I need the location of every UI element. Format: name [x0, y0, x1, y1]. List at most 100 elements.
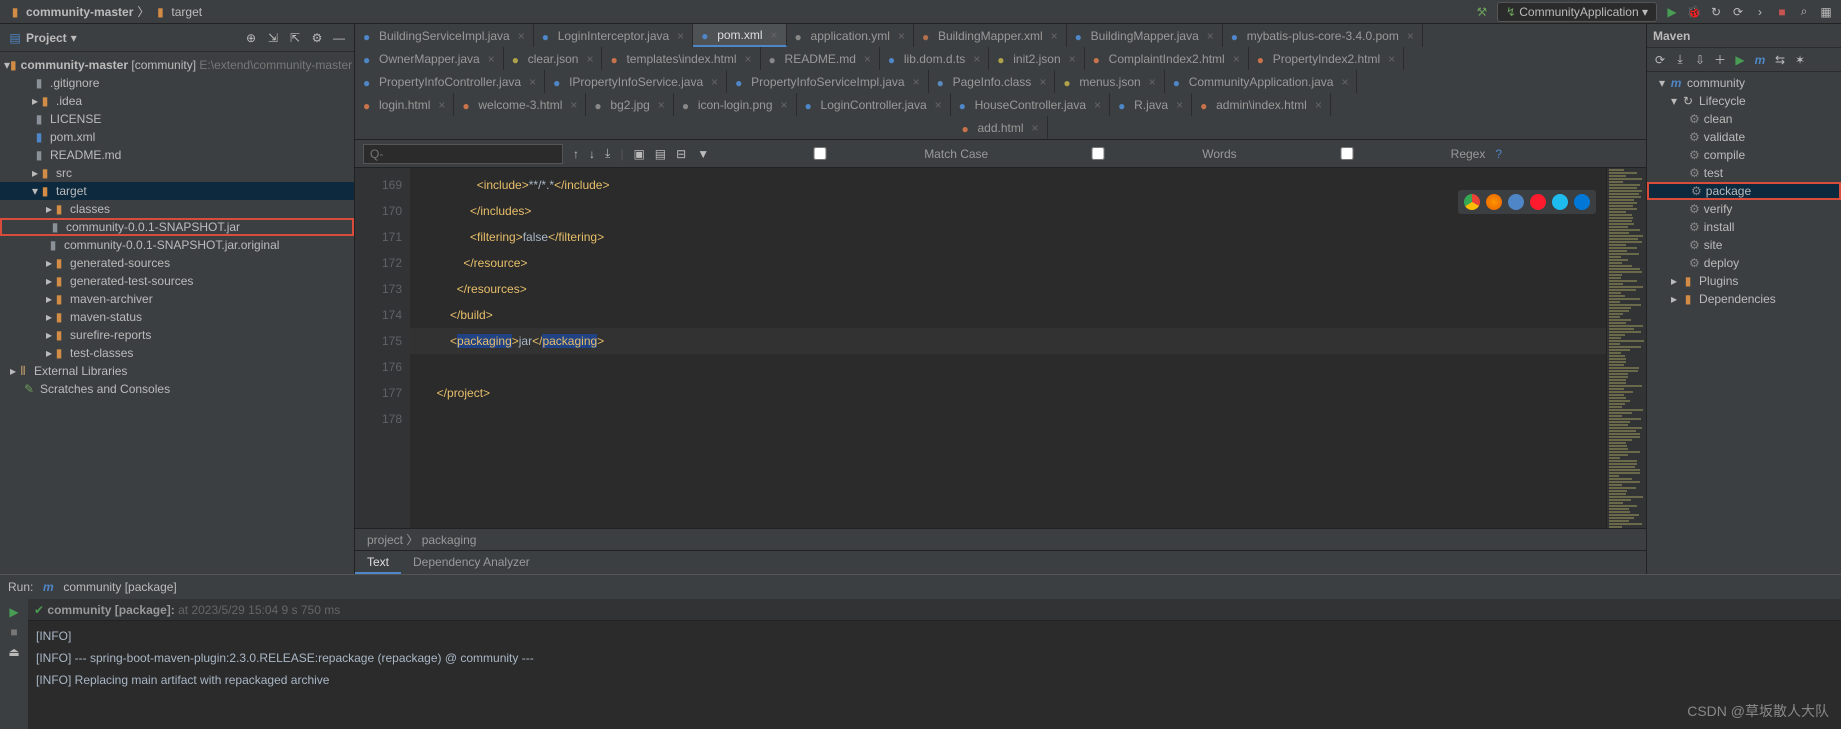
maven-phase-compile[interactable]: ⚙ compile: [1647, 146, 1841, 164]
tree-item[interactable]: ▸ ▮maven-status: [0, 308, 354, 326]
editor-tab[interactable]: ●PageInfo.class×: [929, 70, 1056, 93]
tree-item[interactable]: ▸ ▮maven-archiver: [0, 290, 354, 308]
reload-icon[interactable]: ⟳: [1653, 53, 1667, 67]
close-icon[interactable]: ×: [518, 29, 525, 43]
close-icon[interactable]: ×: [913, 75, 920, 89]
close-icon[interactable]: ×: [529, 75, 536, 89]
editor-tab[interactable]: ●PropertyInfoServiceImpl.java×: [727, 70, 928, 93]
editor-tab[interactable]: ●mybatis-plus-core-3.4.0.pom×: [1223, 24, 1423, 47]
tree-item[interactable]: ▮community-0.0.1-SNAPSHOT.jar.original: [0, 236, 354, 254]
editor-tab[interactable]: ●LoginController.java×: [797, 93, 951, 116]
close-icon[interactable]: ×: [864, 52, 871, 66]
editor-tab[interactable]: ●BuildingServiceImpl.java×: [355, 24, 534, 47]
close-icon[interactable]: ×: [1388, 52, 1395, 66]
editor-tab[interactable]: ●BuildingMapper.xml×: [914, 24, 1067, 47]
close-icon[interactable]: ×: [1069, 52, 1076, 66]
tree-item[interactable]: ▾ ▮target: [0, 182, 354, 200]
maven-phase-install[interactable]: ⚙ install: [1647, 218, 1841, 236]
editor-tab[interactable]: ●CommunityApplication.java×: [1165, 70, 1358, 93]
editor-tab[interactable]: ●README.md×: [761, 47, 880, 70]
filter-icon[interactable]: ▼: [696, 147, 710, 161]
add-icon[interactable]: ＋: [1713, 53, 1727, 67]
tree-item[interactable]: ▸ ▮generated-test-sources: [0, 272, 354, 290]
ie-icon[interactable]: [1552, 194, 1568, 210]
close-icon[interactable]: ×: [711, 75, 718, 89]
close-icon[interactable]: ×: [1149, 75, 1156, 89]
close-icon[interactable]: ×: [1315, 98, 1322, 112]
rerun-alt-icon[interactable]: ⟳: [1731, 5, 1745, 19]
select-all-icon[interactable]: ▣: [633, 147, 644, 161]
external-libraries[interactable]: ▸ ⫴ External Libraries: [0, 362, 354, 380]
grid-icon[interactable]: ▦: [1819, 5, 1833, 19]
prev-match-icon[interactable]: ↑: [573, 147, 579, 161]
pin-icon[interactable]: ⏏: [7, 645, 21, 659]
next-icon[interactable]: ›: [1753, 5, 1767, 19]
opera-icon[interactable]: [1530, 194, 1546, 210]
editor-tab[interactable]: ●bg2.jpg×: [586, 93, 673, 116]
close-icon[interactable]: ×: [1233, 52, 1240, 66]
maven-phase-clean[interactable]: ⚙ clean: [1647, 110, 1841, 128]
tree-item[interactable]: ▮README.md: [0, 146, 354, 164]
close-icon[interactable]: ×: [1207, 29, 1214, 43]
editor-tab[interactable]: ●lib.dom.d.ts×: [880, 47, 989, 70]
run-maven-icon[interactable]: ▶: [1733, 53, 1747, 67]
expand-icon[interactable]: ⇲: [266, 31, 280, 45]
editor-tab[interactable]: ●PropertyIndex2.html×: [1249, 47, 1404, 70]
maven-phase-validate[interactable]: ⚙ validate: [1647, 128, 1841, 146]
end-icon[interactable]: ⤓: [605, 146, 610, 161]
next-match-icon[interactable]: ↓: [589, 147, 595, 161]
tree-item[interactable]: ▸ ▮surefire-reports: [0, 326, 354, 344]
project-tree[interactable]: ▾ ▮ community-master [community] E:\exte…: [0, 52, 354, 574]
close-icon[interactable]: ×: [677, 29, 684, 43]
close-icon[interactable]: ×: [586, 52, 593, 66]
close-icon[interactable]: ×: [1039, 75, 1046, 89]
close-icon[interactable]: ×: [935, 98, 942, 112]
collapse-icon[interactable]: ⇱: [288, 31, 302, 45]
tree-item[interactable]: ▸ ▮generated-sources: [0, 254, 354, 272]
editor-tab[interactable]: ●LoginInterceptor.java×: [534, 24, 693, 47]
lifecycle-node[interactable]: ▾ ↻ Lifecycle: [1647, 92, 1841, 110]
match-case-check[interactable]: Match Case: [720, 147, 988, 161]
deps-node[interactable]: ▸ ▮ Dependencies: [1647, 290, 1841, 308]
tree-item[interactable]: ▮pom.xml: [0, 128, 354, 146]
console-output[interactable]: [INFO][INFO] --- spring-boot-maven-plugi…: [28, 621, 1841, 729]
maven-phase-test[interactable]: ⚙ test: [1647, 164, 1841, 182]
settings-icon[interactable]: ✶: [1793, 53, 1807, 67]
help-icon[interactable]: ?: [1495, 147, 1502, 161]
debug-icon[interactable]: 🐞: [1687, 5, 1701, 19]
firefox-icon[interactable]: [1486, 194, 1502, 210]
select-opened-icon[interactable]: ⊕: [244, 31, 258, 45]
gen-sources-icon[interactable]: ⤓: [1673, 53, 1687, 67]
words-check[interactable]: Words: [998, 147, 1236, 161]
hammer-icon[interactable]: ⚒: [1475, 5, 1489, 19]
search-everywhere-icon[interactable]: ⌕: [1797, 5, 1811, 19]
hide-icon[interactable]: —: [332, 31, 346, 45]
editor-tab[interactable]: ●pom.xml×: [693, 24, 786, 47]
editor-tab[interactable]: ●PropertyInfoController.java×: [355, 70, 545, 93]
close-icon[interactable]: ×: [570, 98, 577, 112]
tree-root[interactable]: ▾ ▮ community-master [community] E:\exte…: [0, 56, 354, 74]
editor-tab[interactable]: ●ComplaintIndex2.html×: [1085, 47, 1249, 70]
close-icon[interactable]: ×: [488, 52, 495, 66]
rerun-icon[interactable]: ▶: [7, 605, 21, 619]
code-editor[interactable]: 169170171172173174175176177178 <include>…: [355, 168, 1646, 528]
run-icon[interactable]: ▶: [1665, 5, 1679, 19]
close-icon[interactable]: ×: [658, 98, 665, 112]
download-icon[interactable]: ⇩: [1693, 53, 1707, 67]
plugins-node[interactable]: ▸ ▮ Plugins: [1647, 272, 1841, 290]
tab-text[interactable]: Text: [355, 551, 401, 574]
close-icon[interactable]: ×: [771, 28, 778, 42]
editor-tab[interactable]: ●BuildingMapper.java×: [1067, 24, 1223, 47]
close-icon[interactable]: ×: [1407, 29, 1414, 43]
editor-tab[interactable]: ●icon-login.png×: [674, 93, 797, 116]
editor-tab[interactable]: ●init2.json×: [989, 47, 1084, 70]
editor-tab[interactable]: ●OwnerMapper.java×: [355, 47, 504, 70]
maven-root[interactable]: ▾ m community: [1647, 74, 1841, 92]
chrome-icon[interactable]: [1464, 194, 1480, 210]
editor-tab[interactable]: ●menus.json×: [1055, 70, 1164, 93]
tree-item[interactable]: ▮.gitignore: [0, 74, 354, 92]
structure-crumb[interactable]: project 〉 packaging: [355, 528, 1646, 550]
run-config[interactable]: community [package]: [63, 580, 176, 594]
close-icon[interactable]: ×: [1176, 98, 1183, 112]
editor-tab[interactable]: ●admin\index.html×: [1192, 93, 1331, 116]
